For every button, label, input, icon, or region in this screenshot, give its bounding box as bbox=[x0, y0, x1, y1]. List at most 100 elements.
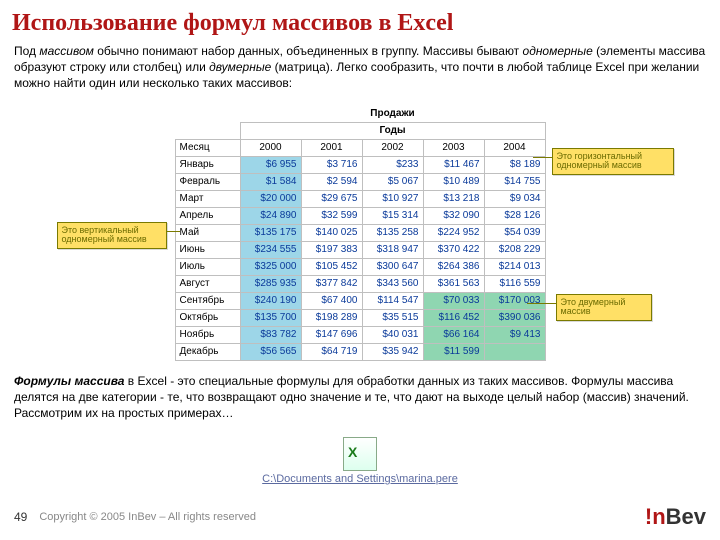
data-cell: $325 000 bbox=[240, 258, 301, 275]
logo-part2: Bev bbox=[666, 504, 706, 529]
month-head: Месяц bbox=[175, 139, 240, 156]
month-cell: Октябрь bbox=[175, 309, 240, 326]
data-cell: $28 126 bbox=[484, 207, 545, 224]
data-cell: $10 927 bbox=[362, 190, 423, 207]
data-cell: $208 229 bbox=[484, 241, 545, 258]
table-row: Октябрь$135 700$198 289$35 515$116 452$3… bbox=[175, 309, 545, 326]
data-cell: $40 031 bbox=[362, 326, 423, 343]
data-cell: $140 025 bbox=[301, 224, 362, 241]
footer: 49 Copyright © 2005 InBev – All rights r… bbox=[0, 504, 720, 530]
data-cell bbox=[484, 343, 545, 360]
table-row: Ноябрь$83 782$147 696$40 031$66 164$9 41… bbox=[175, 326, 545, 343]
term-array: массивом bbox=[39, 44, 93, 58]
data-cell: $32 599 bbox=[301, 207, 362, 224]
sales-table: Продажи Годы Месяц 2000 2001 2002 2003 2… bbox=[175, 106, 546, 361]
month-cell: Январь bbox=[175, 156, 240, 173]
data-cell: $240 190 bbox=[240, 292, 301, 309]
data-cell: $70 033 bbox=[423, 292, 484, 309]
data-cell: $11 599 bbox=[423, 343, 484, 360]
data-cell: $3 716 bbox=[301, 156, 362, 173]
data-cell: $105 452 bbox=[301, 258, 362, 275]
page-title: Использование формул массивов в Excel bbox=[0, 0, 720, 41]
data-cell: $83 782 bbox=[240, 326, 301, 343]
data-cell: $147 696 bbox=[301, 326, 362, 343]
data-cell: $214 013 bbox=[484, 258, 545, 275]
table-row: Сентябрь$240 190$67 400$114 547$70 033$1… bbox=[175, 292, 545, 309]
table-row: Март$20 000$29 675$10 927$13 218$9 034 bbox=[175, 190, 545, 207]
term-2d: двумерные bbox=[209, 60, 271, 74]
month-cell: Сентябрь bbox=[175, 292, 240, 309]
year-header-row: Месяц 2000 2001 2002 2003 2004 bbox=[175, 139, 545, 156]
data-cell: $116 559 bbox=[484, 275, 545, 292]
data-cell: $233 bbox=[362, 156, 423, 173]
term-formulas: Формулы массива bbox=[14, 374, 124, 388]
month-cell: Декабрь bbox=[175, 343, 240, 360]
data-cell: $2 594 bbox=[301, 173, 362, 190]
table-row: Август$285 935$377 842$343 560$361 563$1… bbox=[175, 275, 545, 292]
excel-file-icon[interactable] bbox=[343, 437, 377, 471]
month-cell: Ноябрь bbox=[175, 326, 240, 343]
data-cell: $9 413 bbox=[484, 326, 545, 343]
page-number: 49 bbox=[14, 510, 27, 524]
month-cell: Май bbox=[175, 224, 240, 241]
second-paragraph: Формулы массива в Excel - это специальны… bbox=[0, 371, 720, 430]
year-cell: 2004 bbox=[484, 139, 545, 156]
data-cell: $116 452 bbox=[423, 309, 484, 326]
data-cell: $13 218 bbox=[423, 190, 484, 207]
table-row: Апрель$24 890$32 599$15 314$32 090$28 12… bbox=[175, 207, 545, 224]
data-cell: $318 947 bbox=[362, 241, 423, 258]
data-cell: $67 400 bbox=[301, 292, 362, 309]
data-cell: $370 422 bbox=[423, 241, 484, 258]
data-cell: $14 755 bbox=[484, 173, 545, 190]
data-cell: $361 563 bbox=[423, 275, 484, 292]
data-cell: $5 067 bbox=[362, 173, 423, 190]
data-cell: $343 560 bbox=[362, 275, 423, 292]
table-row: Июнь$234 555$197 383$318 947$370 422$208… bbox=[175, 241, 545, 258]
data-cell: $234 555 bbox=[240, 241, 301, 258]
data-cell: $135 258 bbox=[362, 224, 423, 241]
callout-2d-array: Это двумерный массив bbox=[556, 294, 652, 322]
data-cell: $300 647 bbox=[362, 258, 423, 275]
year-cell: 2000 bbox=[240, 139, 301, 156]
term-1d: одномерные bbox=[523, 44, 593, 58]
data-cell: $29 675 bbox=[301, 190, 362, 207]
intro-paragraph: Под массивом обычно понимают набор данны… bbox=[0, 41, 720, 100]
year-cell: 2001 bbox=[301, 139, 362, 156]
data-cell: $1 584 bbox=[240, 173, 301, 190]
txt: обычно понимают набор данных, объединенн… bbox=[94, 44, 523, 58]
data-cell: $66 164 bbox=[423, 326, 484, 343]
table-row: Май$135 175$140 025$135 258$224 952$54 0… bbox=[175, 224, 545, 241]
data-cell: $114 547 bbox=[362, 292, 423, 309]
month-cell: Февраль bbox=[175, 173, 240, 190]
data-cell: $56 565 bbox=[240, 343, 301, 360]
data-cell: $15 314 bbox=[362, 207, 423, 224]
data-cell: $64 719 bbox=[301, 343, 362, 360]
data-cell: $9 034 bbox=[484, 190, 545, 207]
txt: Под bbox=[14, 44, 39, 58]
callout-vertical-array: Это вертикальный одномерный массив bbox=[57, 222, 167, 250]
data-cell: $170 003 bbox=[484, 292, 545, 309]
data-cell: $390 036 bbox=[484, 309, 545, 326]
data-cell: $198 289 bbox=[301, 309, 362, 326]
data-cell: $197 383 bbox=[301, 241, 362, 258]
data-cell: $11 467 bbox=[423, 156, 484, 173]
data-cell: $285 935 bbox=[240, 275, 301, 292]
data-cell: $35 515 bbox=[362, 309, 423, 326]
data-cell: $32 090 bbox=[423, 207, 484, 224]
month-cell: Март bbox=[175, 190, 240, 207]
logo-part1: !n bbox=[645, 504, 666, 529]
month-cell: Июнь bbox=[175, 241, 240, 258]
spreadsheet-figure: Это вертикальный одномерный массив Это г… bbox=[0, 106, 720, 361]
data-cell: $54 039 bbox=[484, 224, 545, 241]
table-row: Январь$6 955$3 716$233$11 467$8 189 bbox=[175, 156, 545, 173]
table-title: Продажи bbox=[240, 106, 545, 123]
month-cell: Август bbox=[175, 275, 240, 292]
file-path-link[interactable]: C:\Documents and Settings\marina.pere bbox=[0, 473, 720, 485]
data-cell: $135 700 bbox=[240, 309, 301, 326]
month-cell: Июль bbox=[175, 258, 240, 275]
data-cell: $20 000 bbox=[240, 190, 301, 207]
data-cell: $6 955 bbox=[240, 156, 301, 173]
inbev-logo: !nBev bbox=[645, 504, 706, 530]
table-row: Июль$325 000$105 452$300 647$264 386$214… bbox=[175, 258, 545, 275]
copyright-text: Copyright © 2005 InBev – All rights rese… bbox=[39, 511, 645, 523]
